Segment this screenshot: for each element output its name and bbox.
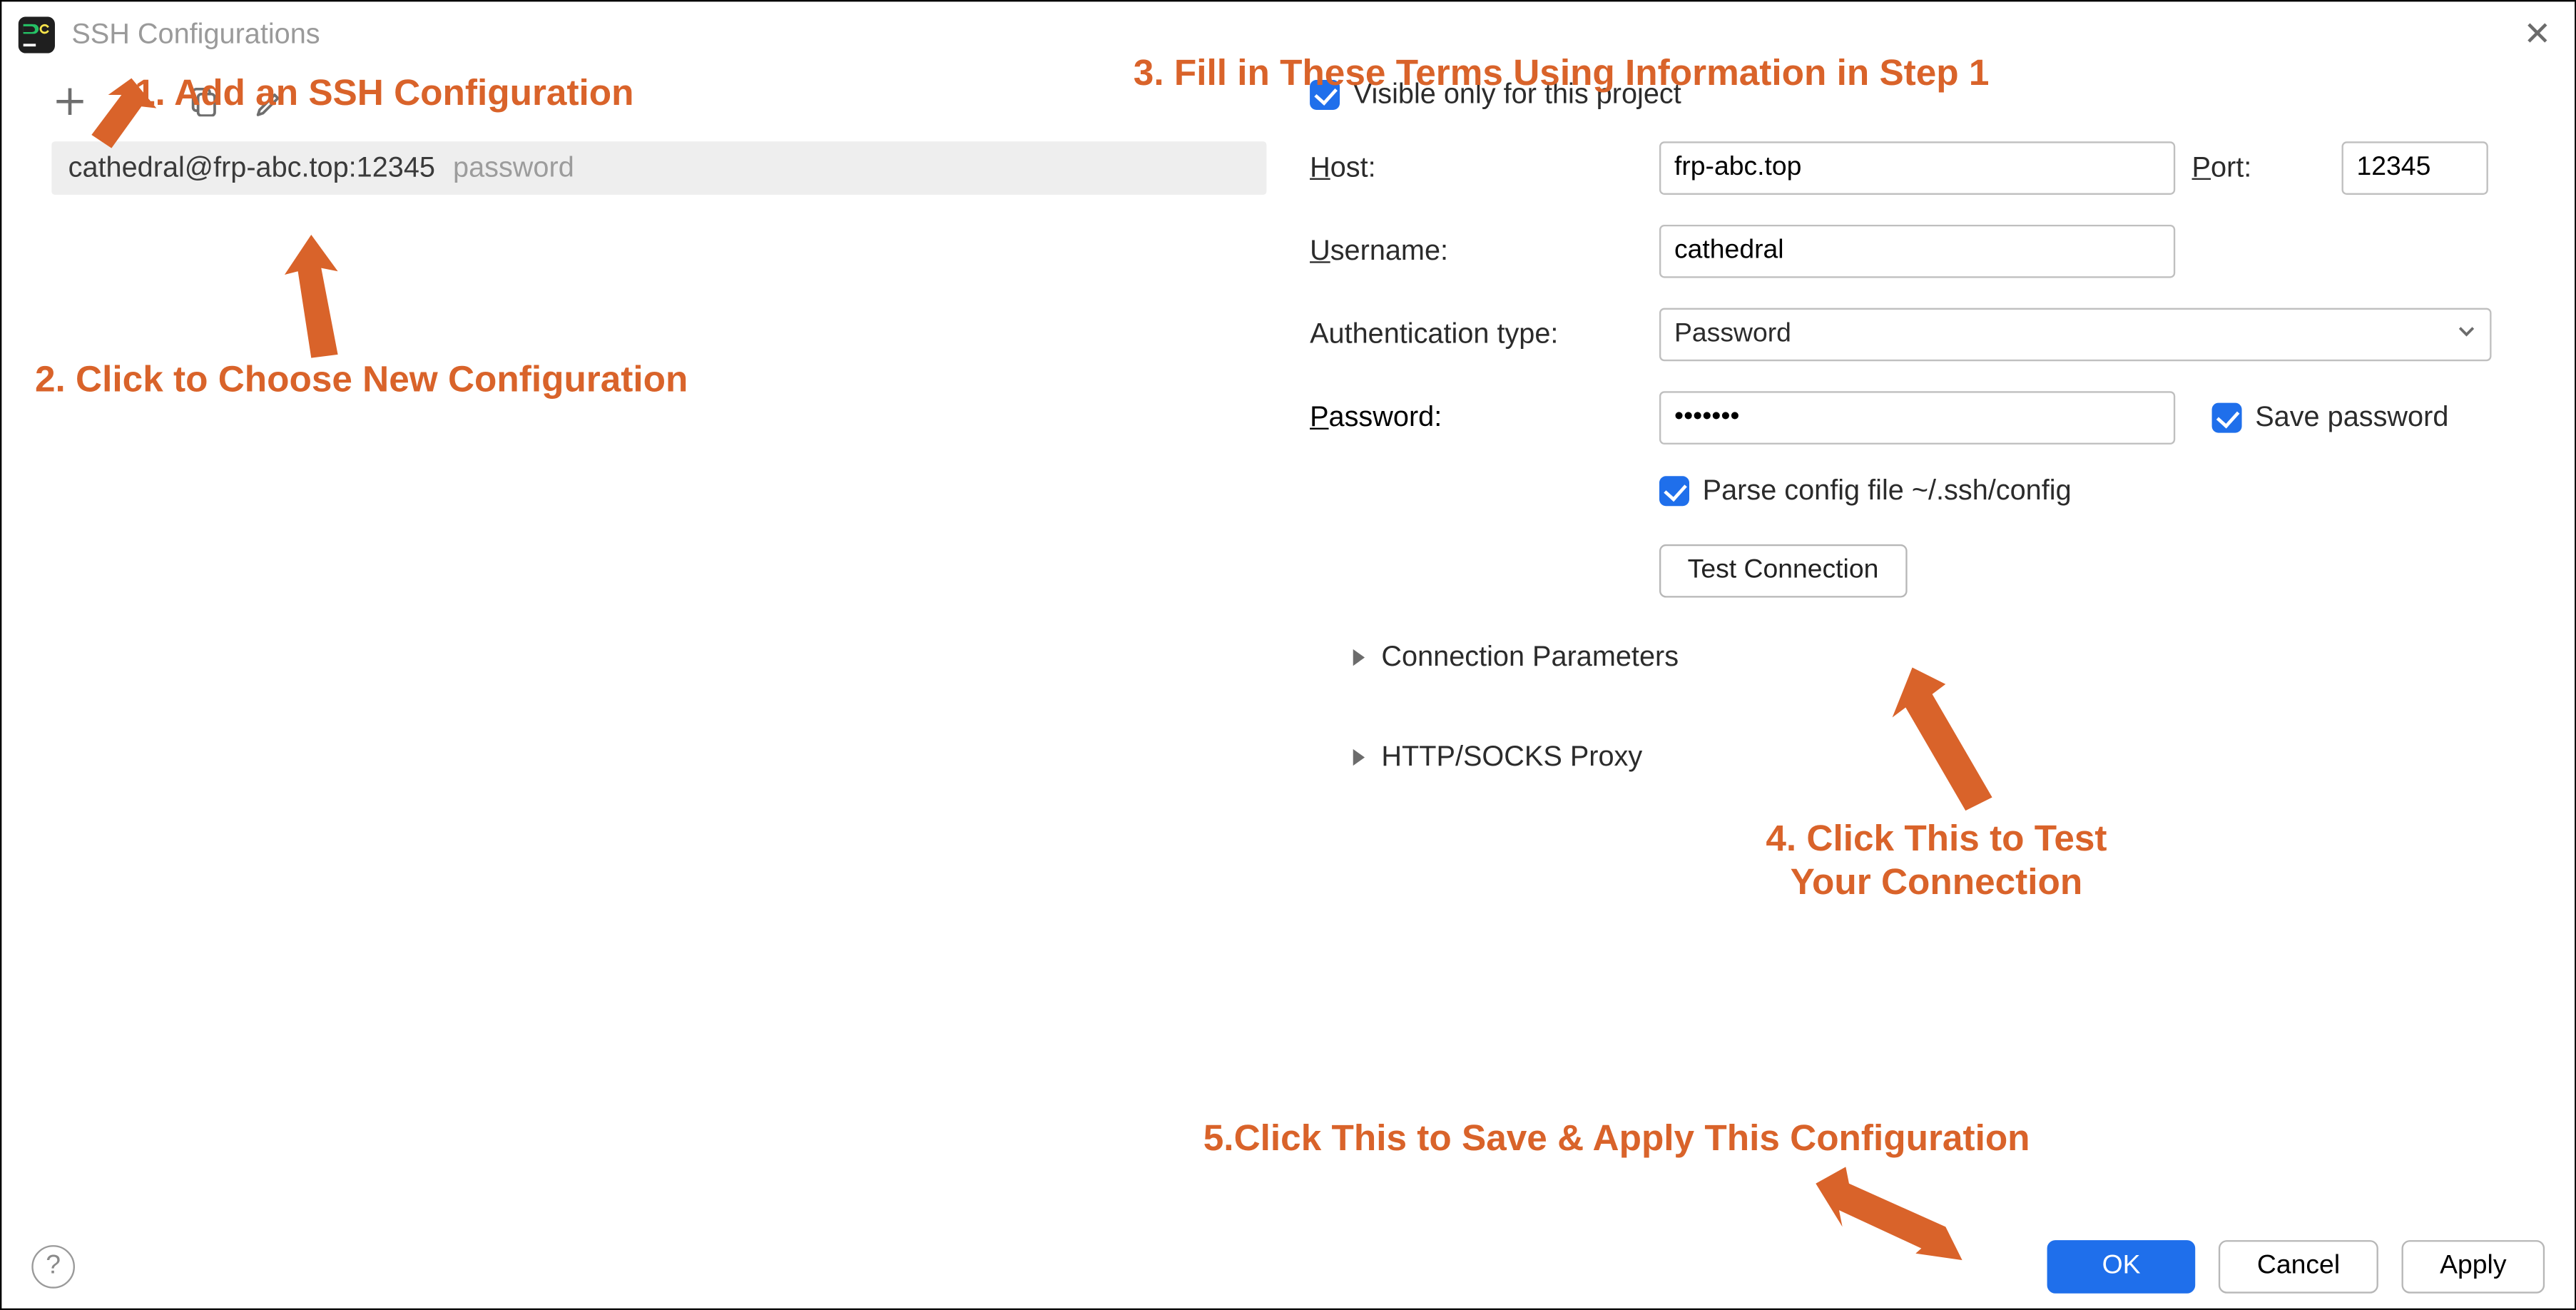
connection-parameters-label: Connection Parameters — [1381, 641, 1679, 674]
left-pane: cathedral@frp-abc.top:12345 password — [1, 61, 1276, 1238]
port-input[interactable] — [2342, 141, 2488, 195]
edit-config-button[interactable] — [251, 83, 287, 120]
connection-parameters-expander[interactable]: Connection Parameters — [1353, 641, 2525, 674]
titlebar: SSH Configurations ✕ — [1, 1, 2575, 61]
cancel-button[interactable]: Cancel — [2219, 1240, 2378, 1294]
auth-type-label: Authentication type: — [1310, 318, 1643, 352]
apply-button[interactable]: Apply — [2401, 1240, 2545, 1294]
auth-type-select[interactable]: Password — [1659, 308, 2492, 362]
chevron-right-icon — [1353, 741, 1365, 774]
config-item-auth-tag: password — [453, 151, 574, 183]
footer: ? OK Cancel Apply — [1, 1239, 2575, 1309]
config-list: cathedral@frp-abc.top:12345 password — [51, 141, 1266, 195]
copy-config-button[interactable] — [185, 83, 221, 120]
port-label: Port: — [2192, 151, 2326, 185]
left-toolbar — [51, 71, 1266, 131]
close-icon[interactable]: ✕ — [2523, 19, 2551, 52]
proxy-label: HTTP/SOCKS Proxy — [1381, 741, 1642, 774]
add-config-button[interactable] — [51, 83, 88, 120]
auth-type-value: Password — [1674, 320, 1791, 350]
visible-only-checkbox[interactable] — [1310, 80, 1340, 110]
right-form: Visible only for this project Host: Port… — [1276, 61, 2575, 1238]
chevron-down-icon — [2457, 320, 2477, 350]
save-password-label: Save password — [2255, 401, 2448, 435]
test-connection-button[interactable]: Test Connection — [1659, 544, 1907, 598]
parse-config-checkbox[interactable] — [1659, 476, 1689, 506]
chevron-right-icon — [1353, 641, 1365, 674]
ok-button[interactable]: OK — [2047, 1240, 2196, 1294]
config-list-item[interactable]: cathedral@frp-abc.top:12345 password — [51, 141, 1266, 195]
password-label: Password: — [1310, 401, 1643, 435]
parse-config-label: Parse config file ~/.ssh/config — [1703, 474, 2072, 508]
config-item-name: cathedral@frp-abc.top:12345 — [68, 151, 435, 183]
save-password-checkbox[interactable] — [2212, 403, 2242, 433]
host-label: Host: — [1310, 151, 1643, 185]
remove-config-button[interactable] — [118, 83, 155, 120]
password-input[interactable] — [1659, 391, 2175, 445]
app-icon — [19, 16, 55, 53]
help-button[interactable]: ? — [31, 1245, 75, 1289]
window-title: SSH Configurations — [71, 19, 320, 52]
username-input[interactable] — [1659, 225, 2175, 278]
proxy-expander[interactable]: HTTP/SOCKS Proxy — [1353, 741, 2525, 774]
visible-only-label: Visible only for this project — [1353, 78, 1681, 112]
host-input[interactable] — [1659, 141, 2175, 195]
username-label: Username: — [1310, 235, 1643, 268]
